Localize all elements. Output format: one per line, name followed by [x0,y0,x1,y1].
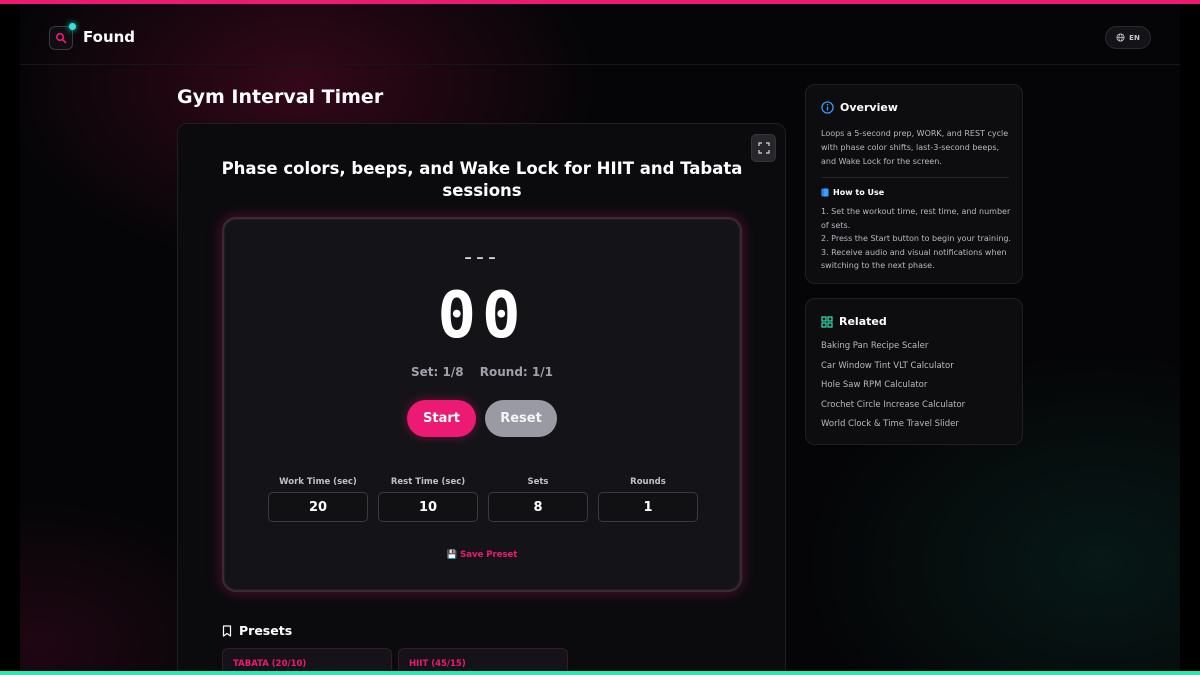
related-link[interactable]: World Clock & Time Travel Slider [821,419,965,439]
howto-title: How to Use [833,188,885,197]
round-counter: Round: 1/1 [479,365,553,379]
related-list: Baking Pan Recipe Scaler Car Window Tint… [821,341,965,439]
howto-list: 1. Set the workout time, rest time, and … [821,205,1013,273]
logo-button[interactable] [49,23,76,50]
language-button[interactable]: EN [1105,26,1151,49]
search-icon [55,32,67,44]
related-title: Related [839,315,887,328]
list-item: 2. Press the Start button to begin your … [821,234,1012,243]
related-link[interactable]: Hole Saw RPM Calculator [821,380,965,400]
save-preset-button[interactable]: 💾 Save Preset [224,550,740,560]
rest-time-label: Rest Time (sec) [390,477,466,487]
brand-name[interactable]: Found [83,28,135,46]
howto-heading: How to Use [821,188,884,197]
presets-heading: Presets [222,623,292,638]
logo-status-dot [69,23,76,30]
work-time-input[interactable]: 20 [268,492,368,522]
grid-icon [821,315,833,328]
rest-time-field: Rest Time (sec) 10 [378,477,478,522]
related-card: Related Baking Pan Recipe Scaler Car Win… [805,298,1023,445]
work-time-label: Work Time (sec) [279,477,357,487]
preset-label: TABATA (20/10) [233,659,307,669]
bookmark-icon [222,624,232,637]
fullscreen-icon [757,142,770,154]
overview-title: Overview [840,101,898,114]
sets-field: Sets 8 [488,477,588,522]
info-icon [821,101,834,114]
presets-title: Presets [239,623,293,638]
sets-input[interactable]: 8 [488,492,588,522]
start-button[interactable]: Start [407,400,476,437]
tool-card: Phase colors, beeps, and Wake Lock for H… [177,123,786,675]
counters: Set: 1/8 Round: 1/1 [224,365,740,379]
divider [821,177,1009,178]
related-link[interactable]: Crochet Circle Increase Calculator [821,400,965,420]
related-heading: Related [821,315,887,328]
globe-icon [1116,33,1125,42]
page-title: Gym Interval Timer [177,86,384,108]
work-time-field: Work Time (sec) 20 [268,477,368,522]
tool-subtitle: Phase colors, beeps, and Wake Lock for H… [221,159,743,200]
rounds-input[interactable]: 1 [598,492,698,522]
sets-label: Sets [527,477,549,487]
rounds-field: Rounds 1 [598,477,698,522]
list-item: 3. Receive audio and visual notification… [821,247,1007,271]
rounds-label: Rounds [630,477,666,487]
bottom-accent-bar [0,671,1200,675]
related-link[interactable]: Baking Pan Recipe Scaler [821,341,965,361]
rest-time-input[interactable]: 10 [378,492,478,522]
fullscreen-button[interactable] [751,134,776,162]
overview-heading: Overview [821,101,898,114]
book-icon [821,188,829,197]
time-display: 00 [437,279,527,353]
overview-text: Loops a 5-second prep, WORK, and REST cy… [821,129,1009,166]
reset-button[interactable]: Reset [485,400,557,437]
site-header: Found EN [20,4,1180,65]
timer-panel: --- 00 Set: 1/8 Round: 1/1 Start Reset W… [222,217,742,592]
preset-label: HIIT (45/15) [409,659,466,669]
phase-label: --- [464,245,500,270]
set-counter: Set: 1/8 [411,365,464,379]
language-label: EN [1129,33,1140,42]
list-item: 1. Set the workout time, rest time, and … [821,207,1011,230]
related-link[interactable]: Car Window Tint VLT Calculator [821,361,965,381]
left-margin [0,4,20,671]
overview-card: Overview Loops a 5-second prep, WORK, an… [805,84,1023,284]
right-margin [1180,4,1200,671]
